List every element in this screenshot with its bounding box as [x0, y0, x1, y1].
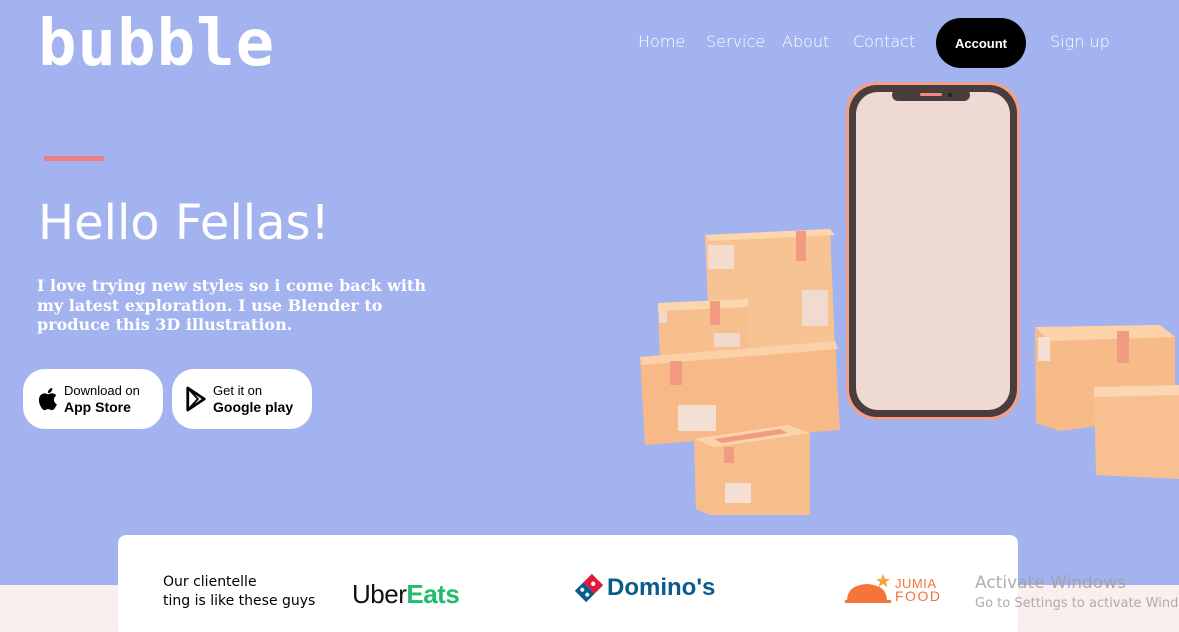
- clientele-line-1: Our clientelle: [163, 574, 257, 590]
- clientele-line-2: ting is like these guys: [163, 593, 316, 609]
- clientele-text: Our clientelle ting is like these guys: [163, 573, 315, 611]
- box-illustration: [640, 341, 840, 445]
- main-nav: Home Service About Contact Account Sign …: [0, 18, 1179, 68]
- watermark-line-1: Activate Windows: [975, 573, 1126, 593]
- google-play-big: Google play: [213, 399, 294, 415]
- jumia-bottom: FOOD: [895, 588, 942, 604]
- app-store-button[interactable]: Download on App Store: [23, 369, 163, 429]
- jumia-food-logo[interactable]: JUMIA FOOD: [845, 573, 941, 603]
- watermark-line-2: Go to Settings to activate Windows.: [975, 596, 1179, 611]
- google-play-button[interactable]: Get it on Google play: [172, 369, 312, 429]
- hero-description: I love trying new styles so i come back …: [37, 276, 426, 334]
- app-store-big: App Store: [64, 399, 131, 415]
- box-illustration: [694, 425, 810, 515]
- apple-icon: [38, 388, 57, 411]
- nav-about[interactable]: About: [782, 32, 829, 51]
- google-play-small: Get it on: [213, 383, 263, 398]
- hero-title: Hello Fellas!: [38, 195, 330, 251]
- nav-home[interactable]: Home: [638, 32, 685, 51]
- clientele-card: Our clientelle ting is like these guys U…: [118, 535, 1018, 632]
- play-store-icon: [186, 386, 206, 412]
- accent-line: [44, 156, 104, 161]
- phone-illustration: [846, 82, 1020, 420]
- box-illustration: [1094, 385, 1179, 479]
- app-store-small: Download on: [64, 383, 140, 398]
- uber-eats-logo[interactable]: UberEats: [352, 579, 460, 609]
- dominos-name: Domino's: [607, 574, 716, 601]
- nav-service[interactable]: Service: [706, 32, 765, 51]
- jumia-star-icon: [845, 574, 891, 603]
- uber-eats-part1: Uber: [352, 579, 407, 609]
- nav-contact[interactable]: Contact: [853, 32, 915, 51]
- nav-sign-up[interactable]: Sign up: [1050, 32, 1110, 51]
- dominos-tile-icon: [575, 573, 603, 603]
- windows-watermark: Activate Windows Go to Settings to activ…: [975, 572, 1179, 614]
- dominos-logo[interactable]: Domino's: [575, 573, 715, 603]
- hero-illustration: [640, 82, 1179, 515]
- account-button[interactable]: Account: [936, 18, 1026, 68]
- uber-eats-part2: Eats: [406, 579, 460, 609]
